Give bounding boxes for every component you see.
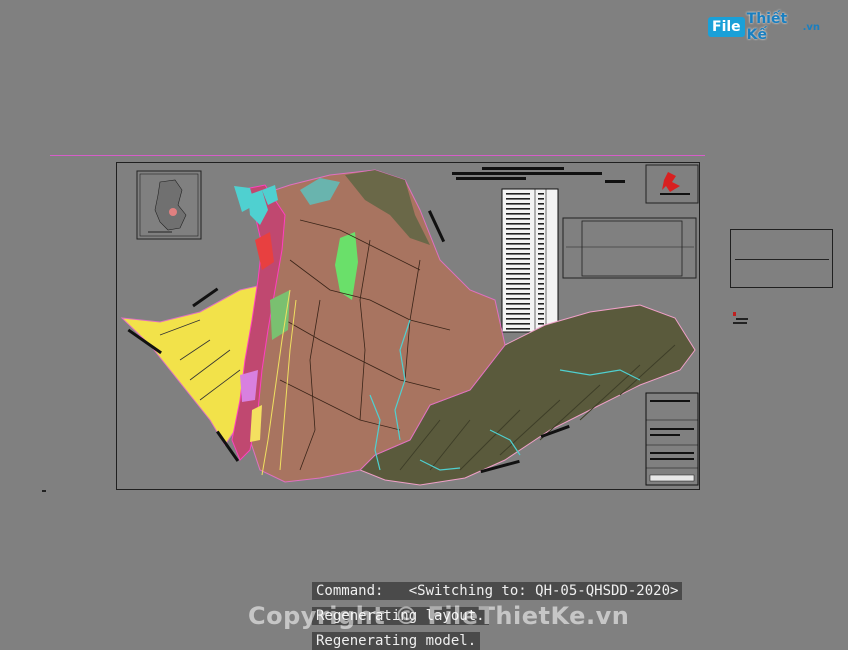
legend-row-value-mark xyxy=(538,273,544,275)
agency-logo-icon xyxy=(662,172,680,192)
legend-row-value-mark xyxy=(538,268,544,270)
legend-row-mark xyxy=(506,308,530,310)
legend-row-value-mark xyxy=(538,193,544,195)
legend-row-value-mark xyxy=(538,238,544,240)
legend-row-value-mark xyxy=(538,223,544,225)
info-panel-box xyxy=(562,217,697,279)
legend-row-value-mark xyxy=(538,293,544,295)
legend-row-value-mark xyxy=(538,208,544,210)
legend-row-value-mark xyxy=(538,258,544,260)
legend-row-mark xyxy=(506,198,530,200)
legend-row-value-mark xyxy=(538,243,544,245)
legend-row-value-mark xyxy=(538,203,544,205)
legend-row-value-mark xyxy=(538,283,544,285)
legend-row-value-mark xyxy=(538,263,544,265)
command-line-history-3: Regenerating model. xyxy=(312,632,481,650)
legend-row-value-mark xyxy=(538,318,544,320)
legend-row-value-mark xyxy=(538,198,544,200)
legend-row-mark xyxy=(506,288,530,290)
legend-row-mark xyxy=(506,253,530,255)
side-viewport-frame[interactable] xyxy=(730,229,833,288)
copyright-watermark: Copyright © FileThietKe.vn xyxy=(248,602,630,630)
legend-row-value-mark xyxy=(538,303,544,305)
legend-row-mark xyxy=(506,268,530,270)
legend-row-mark xyxy=(506,218,530,220)
legend-row-mark xyxy=(506,258,530,260)
legend-row-mark xyxy=(506,223,530,225)
legend-row-mark xyxy=(506,313,530,315)
legend-row-value-mark xyxy=(538,253,544,255)
command-line-history-1: Command: <Switching to: QH-05-QHSDD-2020… xyxy=(312,582,683,600)
legend-row-mark xyxy=(506,248,530,250)
legend-row-mark xyxy=(506,203,530,205)
legend-row-mark xyxy=(506,238,530,240)
map-title-block xyxy=(452,167,625,183)
legend-row-value-mark xyxy=(538,278,544,280)
legend-row-value-mark xyxy=(538,248,544,250)
legend-row-mark xyxy=(506,283,530,285)
legend-row-mark xyxy=(506,328,530,330)
legend-row-mark xyxy=(506,193,530,195)
legend-row-mark xyxy=(506,303,530,305)
legend-row-mark xyxy=(506,228,530,230)
drawing-title-block xyxy=(645,392,699,486)
legend-row-value-mark xyxy=(538,288,544,290)
legend-row-mark xyxy=(506,213,530,215)
legend-row-value-mark xyxy=(538,233,544,235)
land-use-legend-table xyxy=(501,188,559,333)
legend-row-value-mark xyxy=(538,228,544,230)
legend-row-mark xyxy=(506,243,530,245)
legend-row-value-mark xyxy=(538,298,544,300)
legend-row-mark xyxy=(506,273,530,275)
legend-row-value-mark xyxy=(538,308,544,310)
legend-row-mark xyxy=(506,318,530,320)
side-frame-divider xyxy=(735,259,829,260)
legend-row-mark xyxy=(506,293,530,295)
legend-row-mark xyxy=(506,208,530,210)
legend-row-mark xyxy=(506,323,530,325)
legend-row-mark xyxy=(506,278,530,280)
legend-row-value-mark xyxy=(538,213,544,215)
cad-map-drawing[interactable] xyxy=(0,0,848,650)
legend-row-value-mark xyxy=(538,313,544,315)
legend-row-value-mark xyxy=(538,323,544,325)
legend-row-mark xyxy=(506,233,530,235)
legend-row-mark xyxy=(506,263,530,265)
inset-highlight-marker xyxy=(169,208,177,216)
legend-row-mark xyxy=(506,298,530,300)
legend-row-value-mark xyxy=(538,218,544,220)
